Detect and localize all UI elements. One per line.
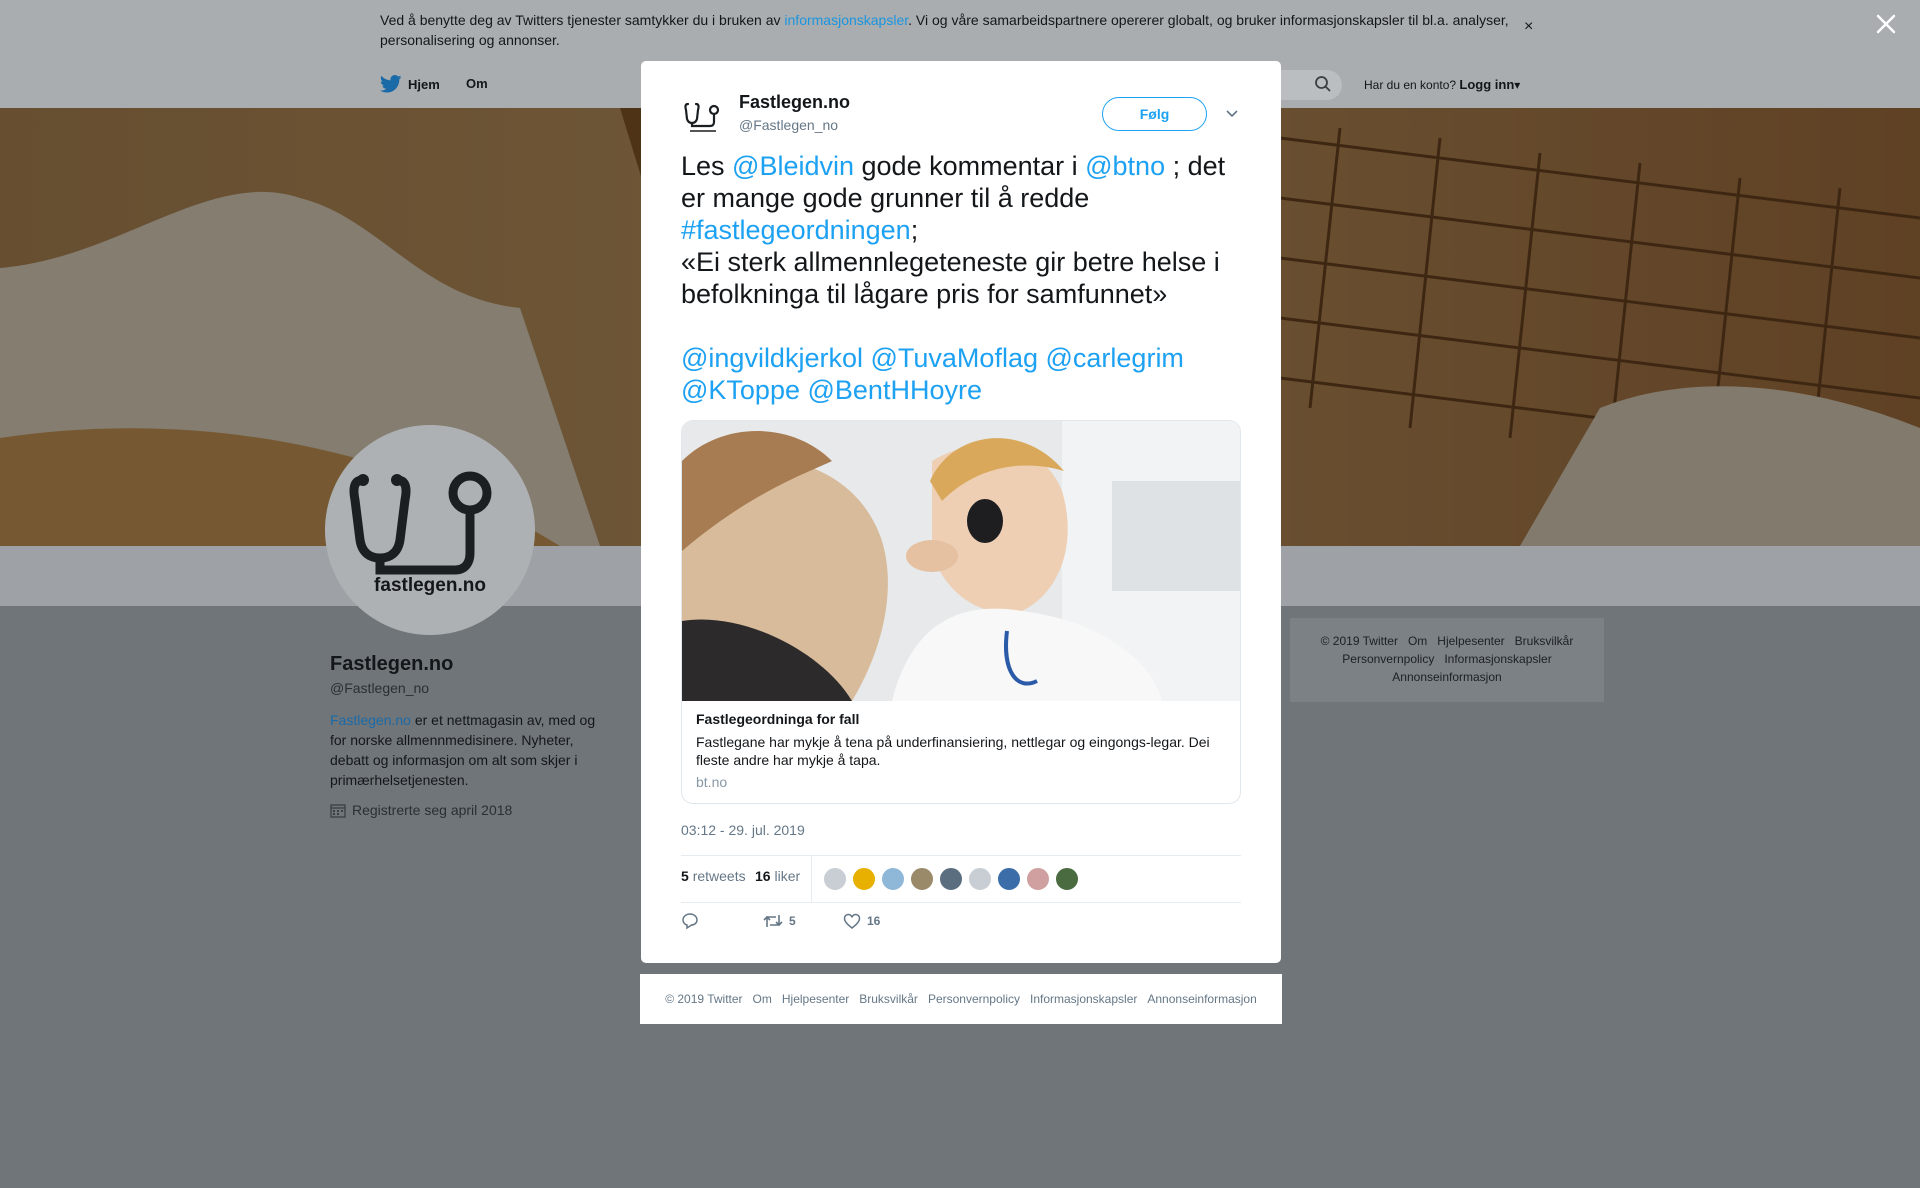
mention-link[interactable]: @TuvaMoflag bbox=[871, 343, 1038, 373]
footer-link[interactable]: Annonseinformasjon bbox=[1147, 992, 1256, 1006]
mention-link[interactable]: @BentHHoyre bbox=[808, 375, 982, 405]
nav-about-link[interactable]: Om bbox=[466, 76, 488, 91]
account-prompt-text: Har du en konto? bbox=[1364, 78, 1457, 92]
liker-avatar[interactable] bbox=[968, 867, 992, 891]
follow-button[interactable]: Følg bbox=[1102, 97, 1207, 131]
link-preview-card[interactable]: Fastlegeordninga for fall Fastlegane har… bbox=[681, 420, 1241, 804]
sidebar-footer: © 2019 Twitter Om Hjelpesenter Bruksvilkår … bbox=[1290, 618, 1604, 702]
retweets-count: 5 bbox=[681, 868, 689, 884]
tweet-text-part: Les bbox=[681, 151, 733, 181]
chevron-down-icon[interactable] bbox=[1225, 107, 1239, 121]
avatar-wordmark: fastlegen.no bbox=[374, 575, 486, 596]
stats-divider bbox=[811, 856, 812, 902]
stethoscope-logo-icon bbox=[684, 102, 720, 132]
likes-stat[interactable]: 16 liker bbox=[755, 868, 800, 884]
tweet-actions: 5 16 bbox=[681, 912, 1241, 936]
tweet-timestamp[interactable]: 03:12 - 29. jul. 2019 bbox=[681, 822, 805, 838]
mention-link[interactable]: @Bleidvin bbox=[732, 151, 854, 181]
retweets-label: retweets bbox=[692, 868, 746, 884]
cookie-text-part: Ved å benytte deg av Twitters tjenester … bbox=[380, 12, 785, 28]
tweet-text-part: ; bbox=[910, 215, 919, 245]
liker-avatar[interactable] bbox=[997, 867, 1021, 891]
likes-count: 16 bbox=[755, 868, 771, 884]
mention-link[interactable]: @carlegrim bbox=[1046, 343, 1184, 373]
profile-bio: Fastlegen.no er et nettmagasin av, med o… bbox=[330, 710, 605, 790]
account-prompt: Har du en konto? Logg inn▾ bbox=[1364, 77, 1520, 92]
card-image bbox=[682, 421, 1240, 701]
card-domain: bt.no bbox=[696, 774, 728, 790]
profile-joined: Registrerte seg april 2018 bbox=[330, 802, 512, 818]
login-link[interactable]: Logg inn bbox=[1459, 77, 1514, 92]
card-title: Fastlegeordninga for fall bbox=[696, 711, 860, 727]
cookie-policy-link[interactable]: informasjonskapsler bbox=[784, 12, 908, 28]
footer-link[interactable]: Informasjonskapsler bbox=[1444, 652, 1551, 666]
tweet-text: Les @Bleidvin gode kommentar i @btno ; d… bbox=[681, 150, 1253, 406]
profile-name[interactable]: Fastlegen.no bbox=[330, 653, 453, 676]
reply-button[interactable] bbox=[681, 912, 699, 930]
footer-link[interactable]: Bruksvilkår bbox=[859, 992, 918, 1006]
hashtag-link[interactable]: #fastlegeordningen bbox=[681, 215, 911, 245]
like-count: 16 bbox=[867, 914, 881, 928]
retweet-count: 5 bbox=[789, 914, 796, 928]
footer-link[interactable]: © 2019 Twitter bbox=[665, 992, 742, 1006]
tweet-author-name[interactable]: Fastlegen.no bbox=[739, 92, 850, 113]
footer-link[interactable]: © 2019 Twitter bbox=[1321, 634, 1398, 648]
tweet-text-part: gode kommentar i bbox=[854, 151, 1086, 181]
liker-avatar[interactable] bbox=[939, 867, 963, 891]
liker-avatar[interactable] bbox=[823, 867, 847, 891]
footer-link[interactable]: Annonseinformasjon bbox=[1392, 670, 1501, 684]
card-description: Fastlegane har mykje å tena på underfina… bbox=[696, 734, 1210, 768]
footer-link[interactable]: Hjelpesenter bbox=[1437, 634, 1504, 648]
profile-handle[interactable]: @Fastlegen_no bbox=[330, 680, 429, 696]
footer-link[interactable]: Om bbox=[1408, 634, 1427, 648]
liker-avatar[interactable] bbox=[1026, 867, 1050, 891]
like-button[interactable]: 16 bbox=[843, 912, 880, 930]
calendar-icon bbox=[330, 804, 346, 818]
liker-avatar[interactable] bbox=[910, 867, 934, 891]
retweet-button[interactable]: 5 bbox=[763, 912, 796, 930]
retweet-icon bbox=[763, 915, 783, 927]
heart-icon bbox=[843, 913, 861, 929]
tweet-stats: 5 retweets 16 liker bbox=[681, 855, 1241, 903]
twitter-bird-icon bbox=[380, 75, 402, 93]
mention-link[interactable]: @btno bbox=[1085, 151, 1165, 181]
likes-label: liker bbox=[774, 868, 801, 884]
footer-link[interactable]: Bruksvilkår bbox=[1515, 634, 1574, 648]
likers-avatars bbox=[823, 867, 1079, 891]
liker-avatar[interactable] bbox=[1055, 867, 1079, 891]
footer-link[interactable]: Hjelpesenter bbox=[782, 992, 849, 1006]
footer-link[interactable]: Om bbox=[753, 992, 772, 1006]
bio-website-link[interactable]: Fastlegen.no bbox=[330, 712, 411, 728]
mention-link[interactable]: @KToppe bbox=[681, 375, 800, 405]
tweet-author-handle[interactable]: @Fastlegen_no bbox=[739, 117, 838, 133]
footer-link[interactable]: Personvernpolicy bbox=[1342, 652, 1434, 666]
modal-footer: © 2019 Twitter Om Hjelpesenter Bruksvilkår P… bbox=[640, 974, 1282, 1024]
tweet-author-avatar[interactable] bbox=[680, 93, 726, 139]
nav-home-link[interactable]: Hjem bbox=[380, 75, 440, 93]
search-icon[interactable] bbox=[1314, 75, 1332, 93]
tweet-quote: «Ei sterk allmennlegeteneste gir betre h… bbox=[681, 247, 1220, 309]
cookie-notice-text: Ved å benytte deg av Twitters tjenester … bbox=[380, 10, 1520, 50]
reply-icon bbox=[682, 913, 698, 930]
profile-avatar[interactable]: fastlegen.no bbox=[325, 425, 535, 635]
caret-down-icon: ▾ bbox=[1514, 78, 1521, 92]
cookie-close-button[interactable]: × bbox=[1524, 18, 1533, 36]
close-icon[interactable] bbox=[1874, 12, 1898, 36]
nav-home-label: Hjem bbox=[408, 76, 440, 92]
mention-link[interactable]: @ingvildkjerkol bbox=[681, 343, 863, 373]
liker-avatar[interactable] bbox=[881, 867, 905, 891]
footer-link[interactable]: Personvernpolicy bbox=[928, 992, 1020, 1006]
retweets-stat[interactable]: 5 retweets bbox=[681, 868, 746, 884]
footer-link[interactable]: Informasjonskapsler bbox=[1030, 992, 1137, 1006]
liker-avatar[interactable] bbox=[852, 867, 876, 891]
joined-date: Registrerte seg april 2018 bbox=[352, 802, 513, 818]
